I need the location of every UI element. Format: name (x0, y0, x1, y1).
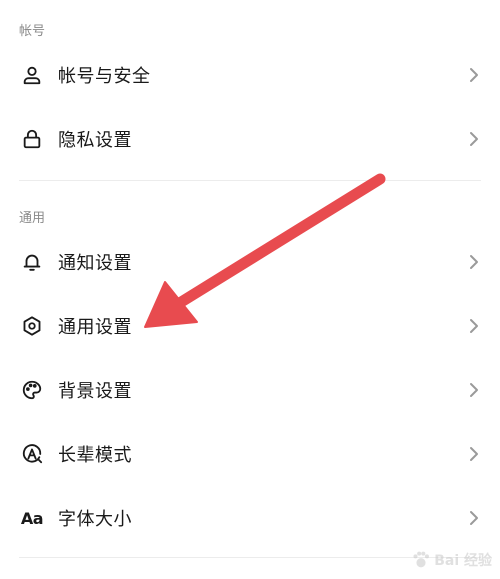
settings-item-label: 字体大小 (58, 509, 132, 530)
settings-item-label: 帐号与安全 (58, 66, 151, 87)
chevron-right-icon (470, 511, 478, 525)
settings-item-label: 通用设置 (58, 317, 132, 338)
section-title-account: 帐号 (19, 24, 46, 39)
bell-icon (20, 250, 44, 274)
lock-icon (20, 127, 44, 151)
settings-item-label: 背景设置 (58, 381, 132, 402)
paw-logo-icon (413, 551, 430, 568)
settings-item-label: 长辈模式 (58, 445, 132, 466)
font-size-icon-text: Aa (20, 508, 44, 528)
elder-mode-icon (20, 442, 44, 466)
gear-icon (20, 314, 44, 338)
settings-item-label: 隐私设置 (58, 130, 132, 151)
baidu-jingyan-watermark: Bai 经验 (410, 549, 492, 571)
chevron-right-icon (470, 383, 478, 397)
palette-icon (20, 378, 44, 402)
settings-item-label: 通知设置 (58, 253, 132, 274)
font-size-icon: Aa (20, 506, 44, 530)
settings-item-background[interactable]: 背景设置 (0, 363, 500, 417)
settings-item-font-size[interactable]: Aa 字体大小 (0, 491, 500, 545)
settings-item-privacy[interactable]: 隐私设置 (0, 112, 500, 166)
settings-item-account-security[interactable]: 帐号与安全 (0, 48, 500, 102)
chevron-right-icon (470, 255, 478, 269)
person-icon (20, 63, 44, 87)
chevron-right-icon (470, 68, 478, 82)
chevron-right-icon (470, 132, 478, 146)
watermark-text: Bai 经验 (434, 553, 492, 569)
settings-item-elder-mode[interactable]: 长辈模式 (0, 427, 500, 481)
chevron-right-icon (470, 447, 478, 461)
chevron-right-icon (470, 319, 478, 333)
section-divider (19, 180, 481, 181)
settings-item-general[interactable]: 通用设置 (0, 299, 500, 353)
section-title-general: 通用 (19, 211, 46, 226)
settings-item-notifications[interactable]: 通知设置 (0, 235, 500, 289)
